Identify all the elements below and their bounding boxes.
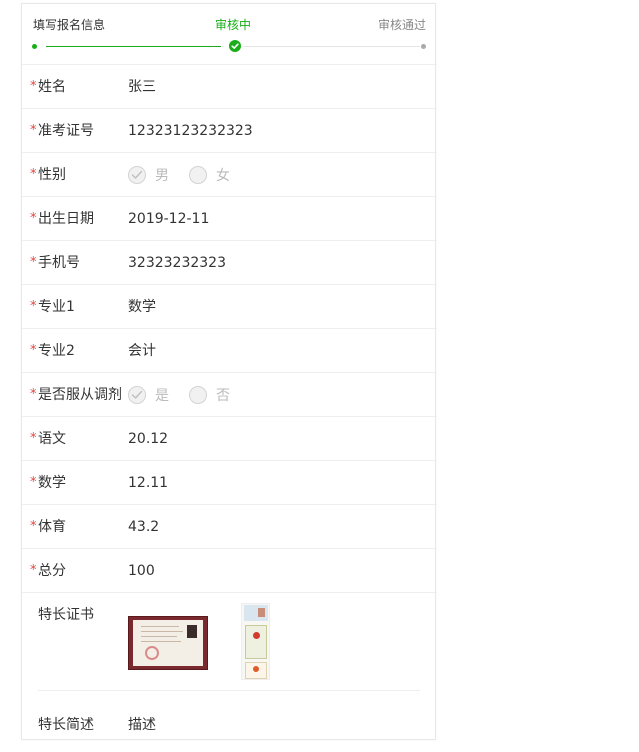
text-line (141, 636, 177, 637)
field-value: 12.11 (128, 475, 169, 491)
progress-line-pending (243, 46, 420, 47)
field-value: 100 (128, 563, 155, 579)
step-reviewing: 审核中 (215, 18, 252, 32)
field-value: 描述 (128, 717, 156, 733)
award-thumbnail (245, 662, 267, 679)
row-major-1: * 专业1 数学 (22, 284, 437, 328)
field-value: 张三 (128, 79, 156, 95)
row-pe-score: * 体育 43.2 (22, 504, 437, 548)
row-major-2: * 专业2 会计 (22, 328, 437, 372)
certificate-page (133, 620, 203, 666)
row-gender: * 性别 男 女 (22, 152, 437, 196)
registration-card: 填写报名信息 审核中 审核通过 * 姓名 张三 * 准考证号 123231232… (21, 3, 437, 740)
field-label: 特长证书 (38, 607, 94, 623)
field-label: 专业2 (38, 343, 75, 359)
required-mark: * (30, 79, 37, 94)
field-label: 体育 (38, 519, 66, 535)
divider (38, 690, 420, 691)
row-birthdate: * 出生日期 2019-12-11 (22, 196, 437, 240)
field-label: 总分 (38, 563, 66, 579)
field-value: 12323123232323 (128, 123, 253, 139)
field-label: 专业1 (38, 299, 75, 315)
field-label: 手机号 (38, 255, 80, 271)
step-dot-pending (421, 44, 426, 49)
id-card-thumbnail (244, 605, 268, 621)
text-line (141, 626, 179, 627)
step-fill-info: 填写报名信息 (33, 18, 106, 32)
row-math-score: * 数学 12.11 (22, 460, 437, 504)
required-mark: * (30, 255, 37, 270)
required-mark: * (30, 387, 37, 402)
field-value: 20.12 (128, 431, 169, 447)
text-line (141, 641, 181, 642)
radio-label-female: 女 (216, 168, 230, 184)
row-name: * 姓名 张三 (22, 64, 437, 108)
progress-line-done (46, 46, 221, 47)
radio-yes[interactable] (128, 386, 146, 404)
field-label: 姓名 (38, 79, 66, 95)
radio-no[interactable] (189, 386, 207, 404)
field-label: 数学 (38, 475, 66, 491)
required-mark: * (30, 563, 37, 578)
field-value: 2019-12-11 (128, 211, 210, 227)
portrait-photo (187, 625, 197, 638)
certificate-image-2[interactable] (241, 603, 270, 680)
required-mark: * (30, 167, 37, 182)
radio-label-yes: 是 (155, 388, 169, 404)
row-certificates: 特长证书 (22, 592, 437, 687)
required-mark: * (30, 299, 37, 314)
field-value: 32323232323 (128, 255, 226, 271)
field-value: 43.2 (128, 519, 160, 535)
check-circle-icon (229, 40, 241, 52)
field-value: 会计 (128, 343, 156, 359)
form-rows: * 姓名 张三 * 准考证号 12323123232323 * 性别 男 女 *… (22, 64, 437, 687)
row-total-score: * 总分 100 (22, 548, 437, 592)
text-line (141, 631, 183, 632)
radio-label-male: 男 (155, 168, 169, 184)
seal-stamp (145, 646, 159, 660)
radio-label-no: 否 (216, 388, 230, 404)
required-mark: * (30, 431, 37, 446)
field-label: 是否服从调剂 (38, 387, 122, 403)
field-label: 出生日期 (38, 211, 94, 227)
required-mark: * (30, 123, 37, 138)
field-label: 语文 (38, 431, 66, 447)
radio-female[interactable] (189, 166, 207, 184)
step-approved: 审核通过 (377, 18, 426, 32)
gender-radio-group: 男 女 (128, 164, 250, 186)
field-label: 准考证号 (38, 123, 94, 139)
required-mark: * (30, 211, 37, 226)
certificate-thumbnail (245, 625, 267, 659)
required-mark: * (30, 519, 37, 534)
field-value: 数学 (128, 299, 156, 315)
row-chinese-score: * 语文 20.12 (22, 416, 437, 460)
step-dot-done (32, 44, 37, 49)
required-mark: * (30, 475, 37, 490)
row-accept-adjustment: * 是否服从调剂 是 否 (22, 372, 437, 416)
field-label: 特长简述 (38, 717, 94, 733)
radio-male[interactable] (128, 166, 146, 184)
adjustment-radio-group: 是 否 (128, 384, 250, 406)
certificate-image-1[interactable] (128, 616, 208, 670)
field-label: 性别 (38, 167, 66, 183)
row-description: 特长简述 描述 (22, 704, 437, 744)
row-ticket-number: * 准考证号 12323123232323 (22, 108, 437, 152)
row-phone: * 手机号 32323232323 (22, 240, 437, 284)
progress-steps: 填写报名信息 审核中 审核通过 (22, 4, 437, 64)
required-mark: * (30, 343, 37, 358)
